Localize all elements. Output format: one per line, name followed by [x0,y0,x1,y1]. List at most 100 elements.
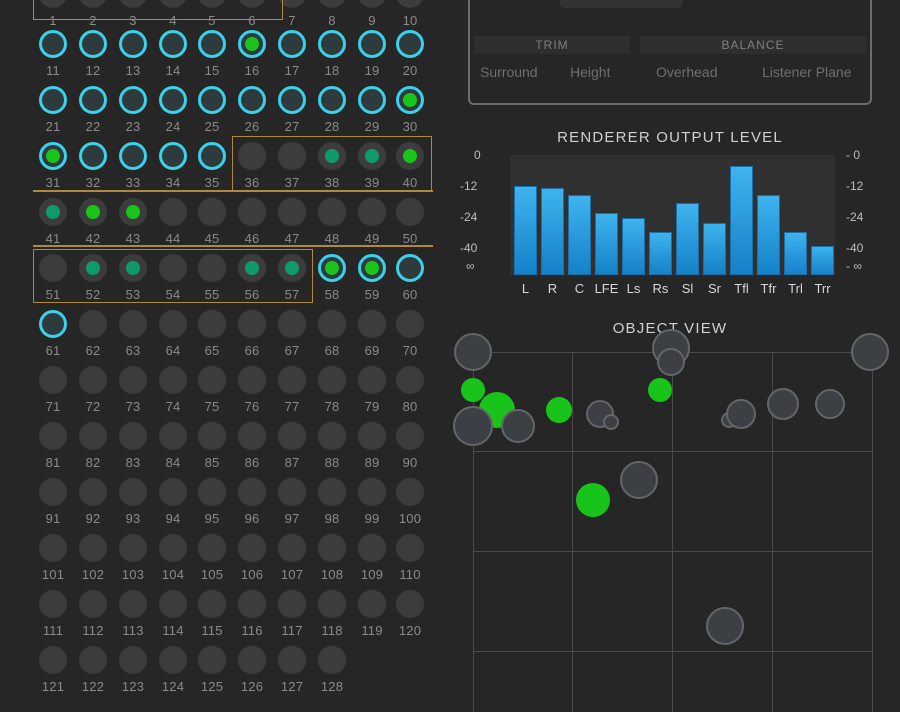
object-124-button[interactable] [159,646,187,674]
object-99-button[interactable] [358,478,386,506]
object-73-button[interactable] [119,366,147,394]
object-55-button[interactable] [198,254,226,282]
object-120-button[interactable] [396,590,424,618]
object-11-button[interactable] [39,30,67,58]
object-5-button[interactable] [198,0,226,8]
object-98-button[interactable] [318,478,346,506]
object-10-button[interactable] [396,0,424,8]
object-1-button[interactable] [39,0,67,8]
object-83-button[interactable] [119,422,147,450]
object-63-button[interactable] [119,310,147,338]
object-101-button[interactable] [39,534,67,562]
object-view-object[interactable] [454,333,492,371]
object-104-button[interactable] [159,534,187,562]
object-89-button[interactable] [358,422,386,450]
object-42-button[interactable] [79,198,107,226]
object-97-button[interactable] [278,478,306,506]
object-36-button[interactable] [238,142,266,170]
object-93-button[interactable] [119,478,147,506]
object-74-button[interactable] [159,366,187,394]
object-53-button[interactable] [119,254,147,282]
object-2-button[interactable] [79,0,107,8]
object-85-button[interactable] [198,422,226,450]
object-9-button[interactable] [358,0,386,8]
object-69-button[interactable] [358,310,386,338]
object-45-button[interactable] [198,198,226,226]
object-123-button[interactable] [119,646,147,674]
object-29-button[interactable] [358,86,386,114]
object-56-button[interactable] [238,254,266,282]
object-22-button[interactable] [79,86,107,114]
object-51-button[interactable] [39,254,67,282]
object-122-button[interactable] [79,646,107,674]
object-119-button[interactable] [358,590,386,618]
object-7-button[interactable] [278,0,306,8]
object-91-button[interactable] [39,478,67,506]
object-37-button[interactable] [278,142,306,170]
object-103-button[interactable] [119,534,147,562]
object-113-button[interactable] [119,590,147,618]
object-77-button[interactable] [278,366,306,394]
object-106-button[interactable] [238,534,266,562]
object-view[interactable] [453,329,889,712]
object-28-button[interactable] [318,86,346,114]
object-12-button[interactable] [79,30,107,58]
object-57-button[interactable] [278,254,306,282]
object-71-button[interactable] [39,366,67,394]
object-view-object[interactable] [767,388,799,420]
object-21-button[interactable] [39,86,67,114]
object-88-button[interactable] [318,422,346,450]
object-15-button[interactable] [198,30,226,58]
object-111-button[interactable] [39,590,67,618]
object-47-button[interactable] [278,198,306,226]
object-107-button[interactable] [278,534,306,562]
object-38-button[interactable] [318,142,346,170]
object-33-button[interactable] [119,142,147,170]
object-61-button[interactable] [39,310,67,338]
object-18-button[interactable] [318,30,346,58]
object-64-button[interactable] [159,310,187,338]
object-view-active-object[interactable] [546,397,572,423]
object-view-object[interactable] [706,607,744,645]
overhead-label[interactable]: Overhead [656,64,717,80]
object-17-button[interactable] [278,30,306,58]
object-4-button[interactable] [159,0,187,8]
object-view-object[interactable] [620,461,658,499]
surround-label[interactable]: Surround [480,64,538,80]
object-view-object[interactable] [726,399,756,429]
object-115-button[interactable] [198,590,226,618]
object-125-button[interactable] [198,646,226,674]
object-view-object[interactable] [453,406,493,446]
object-6-button[interactable] [238,0,266,8]
object-126-button[interactable] [238,646,266,674]
object-79-button[interactable] [358,366,386,394]
object-26-button[interactable] [238,86,266,114]
object-48-button[interactable] [318,198,346,226]
object-50-button[interactable] [396,198,424,226]
object-110-button[interactable] [396,534,424,562]
object-40-button[interactable] [396,142,424,170]
object-75-button[interactable] [198,366,226,394]
object-view-active-object[interactable] [461,378,485,402]
object-116-button[interactable] [238,590,266,618]
object-view-object[interactable] [815,389,845,419]
object-128-button[interactable] [318,646,346,674]
object-105-button[interactable] [198,534,226,562]
object-25-button[interactable] [198,86,226,114]
object-67-button[interactable] [278,310,306,338]
object-31-button[interactable] [39,142,67,170]
object-109-button[interactable] [358,534,386,562]
object-view-object[interactable] [603,414,619,430]
object-68-button[interactable] [318,310,346,338]
object-20-button[interactable] [396,30,424,58]
object-102-button[interactable] [79,534,107,562]
object-13-button[interactable] [119,30,147,58]
object-59-button[interactable] [358,254,386,282]
object-117-button[interactable] [278,590,306,618]
object-81-button[interactable] [39,422,67,450]
object-78-button[interactable] [318,366,346,394]
object-39-button[interactable] [358,142,386,170]
object-95-button[interactable] [198,478,226,506]
object-view-active-object[interactable] [648,378,672,402]
object-view-active-object[interactable] [576,483,610,517]
